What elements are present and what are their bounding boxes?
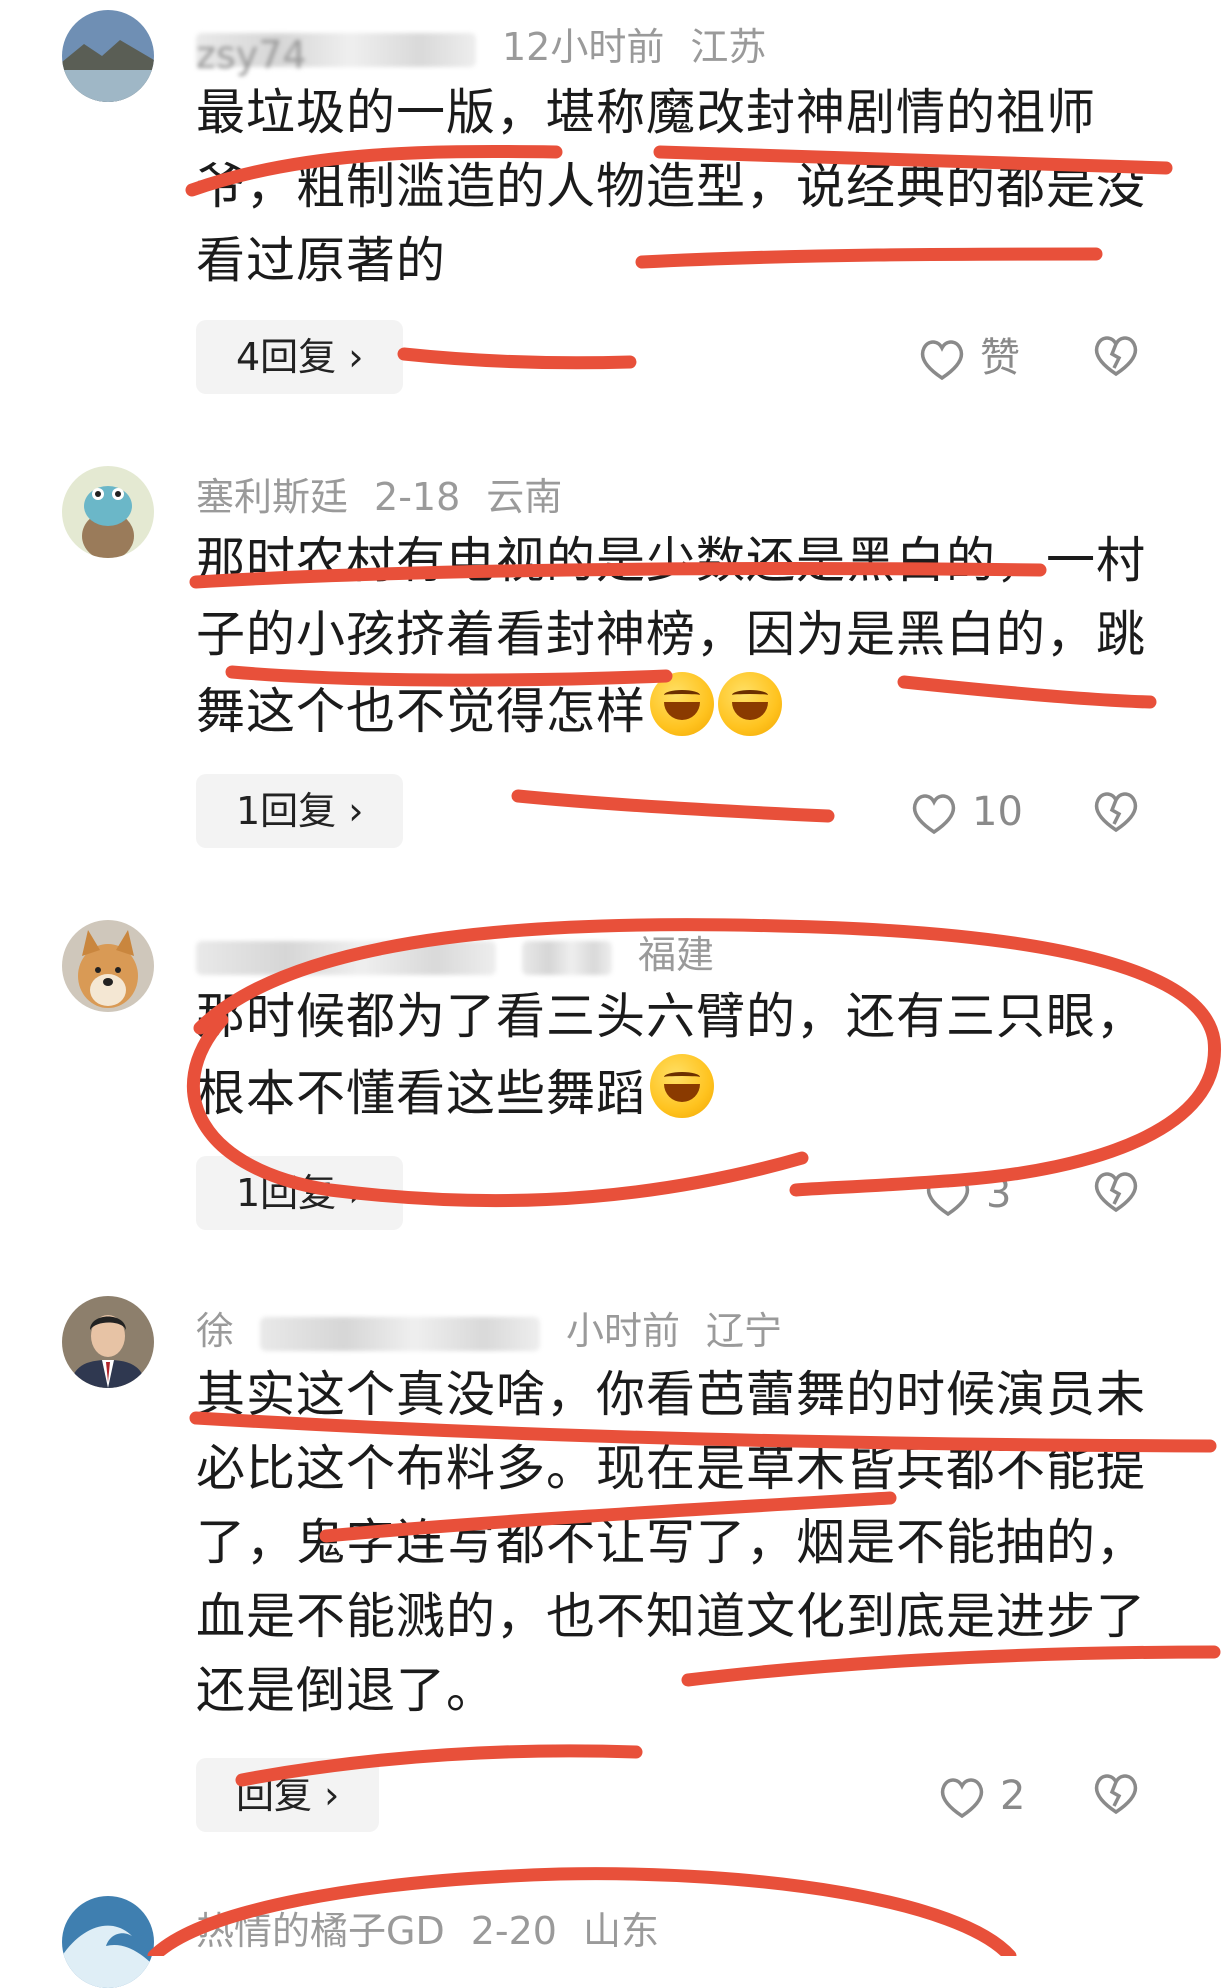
dislike-button[interactable] [1092, 334, 1140, 382]
timestamp: 2-20 [470, 1909, 557, 1953]
broken-heart-icon [1094, 792, 1138, 833]
username-blurred [260, 1316, 541, 1351]
laughing-emoji [718, 672, 783, 736]
comment-meta: zsy74 12小时前 江苏 [196, 16, 792, 77]
username[interactable]: 塞利斯廷 [196, 475, 348, 519]
comment-text: 最垃圾的一版，堪称魔改封神剧情的祖师爷，粗制滥造的人物造型，说经典的都是没看过原… [196, 84, 1147, 289]
heart-icon [920, 340, 964, 381]
like-count: 2 [1000, 1773, 1026, 1819]
username[interactable] [196, 940, 496, 975]
comment-meta: 热情的橘子GD 2-20 山东 [196, 1900, 685, 1955]
annotation-underline [511, 789, 835, 823]
avatar[interactable] [62, 10, 154, 102]
avatar[interactable] [62, 920, 154, 1012]
like-label: 赞 [980, 335, 1020, 381]
view-replies-button[interactable]: 1回复 › [196, 1156, 404, 1230]
comment-text: 那时农村有电视的是少数还是黑白的，一村子的小孩挤着看封神榜，因为是黑白的，跳舞这… [196, 532, 1147, 740]
chevron-right-icon: › [324, 1773, 340, 1817]
chevron-right-icon: › [348, 1171, 364, 1215]
timestamp: 2-18 [374, 475, 461, 519]
timestamp [522, 940, 612, 975]
broken-heart-icon [1094, 1172, 1138, 1213]
chevron-right-icon: › [348, 335, 364, 379]
comment-text: 那时候都为了看三头六臂的，还有三只眼，根本不懂看这些舞蹈 [196, 988, 1147, 1122]
broken-heart-icon [1094, 1774, 1138, 1815]
username[interactable]: zsy74 [196, 32, 476, 77]
reply-count: 4回复 [236, 335, 337, 379]
location: 福建 [638, 933, 715, 977]
like-button[interactable]: 赞 [918, 328, 1020, 388]
laughing-emoji [650, 672, 715, 736]
dislike-button[interactable] [1092, 790, 1140, 838]
broken-heart-icon [1094, 336, 1138, 377]
heart-icon [940, 1778, 984, 1819]
view-replies-button[interactable]: 1回复 › [196, 774, 404, 848]
view-replies-button[interactable]: 4回复 › [196, 320, 404, 394]
location: 山东 [582, 1909, 659, 1953]
like-button[interactable]: 10 [910, 782, 1023, 842]
username[interactable]: 徐 [196, 1309, 234, 1353]
chevron-right-icon: › [348, 789, 364, 833]
reply-count: 回复 [236, 1773, 313, 1817]
avatar[interactable] [62, 1896, 154, 1988]
like-count: 3 [986, 1171, 1012, 1217]
timestamp: 12小时前 [502, 25, 665, 69]
dislike-button[interactable] [1092, 1772, 1140, 1820]
avatar[interactable] [62, 1296, 154, 1388]
like-button[interactable]: 2 [938, 1766, 1025, 1826]
timestamp: 小时前 [566, 1309, 681, 1353]
location: 辽宁 [706, 1309, 783, 1353]
dislike-button[interactable] [1092, 1170, 1140, 1218]
location: 江苏 [690, 25, 767, 69]
reply-count: 1回复 [236, 1171, 337, 1215]
reply-count: 1回复 [236, 789, 337, 833]
comment-meta: 福建 [196, 924, 740, 979]
comment-meta: 塞利斯廷 2-18 云南 [196, 466, 588, 521]
comment-text: 其实这个真没啥，你看芭蕾舞的时候演员未必比这个布料多。现在是草木皆兵都不能提了，… [196, 1366, 1147, 1719]
username[interactable]: 热情的橘子GD [196, 1909, 445, 1953]
crying-laughing-emoji [650, 1054, 715, 1118]
heart-icon [926, 1176, 970, 1217]
annotation-underline [397, 347, 637, 370]
like-button[interactable]: 3 [924, 1164, 1011, 1224]
location: 云南 [486, 475, 563, 519]
view-replies-button[interactable]: 回复 › [196, 1758, 380, 1832]
heart-icon [912, 794, 956, 835]
comment-meta: 徐 小时前 辽宁 [196, 1300, 808, 1355]
like-count: 10 [972, 789, 1023, 835]
avatar[interactable] [62, 466, 154, 558]
